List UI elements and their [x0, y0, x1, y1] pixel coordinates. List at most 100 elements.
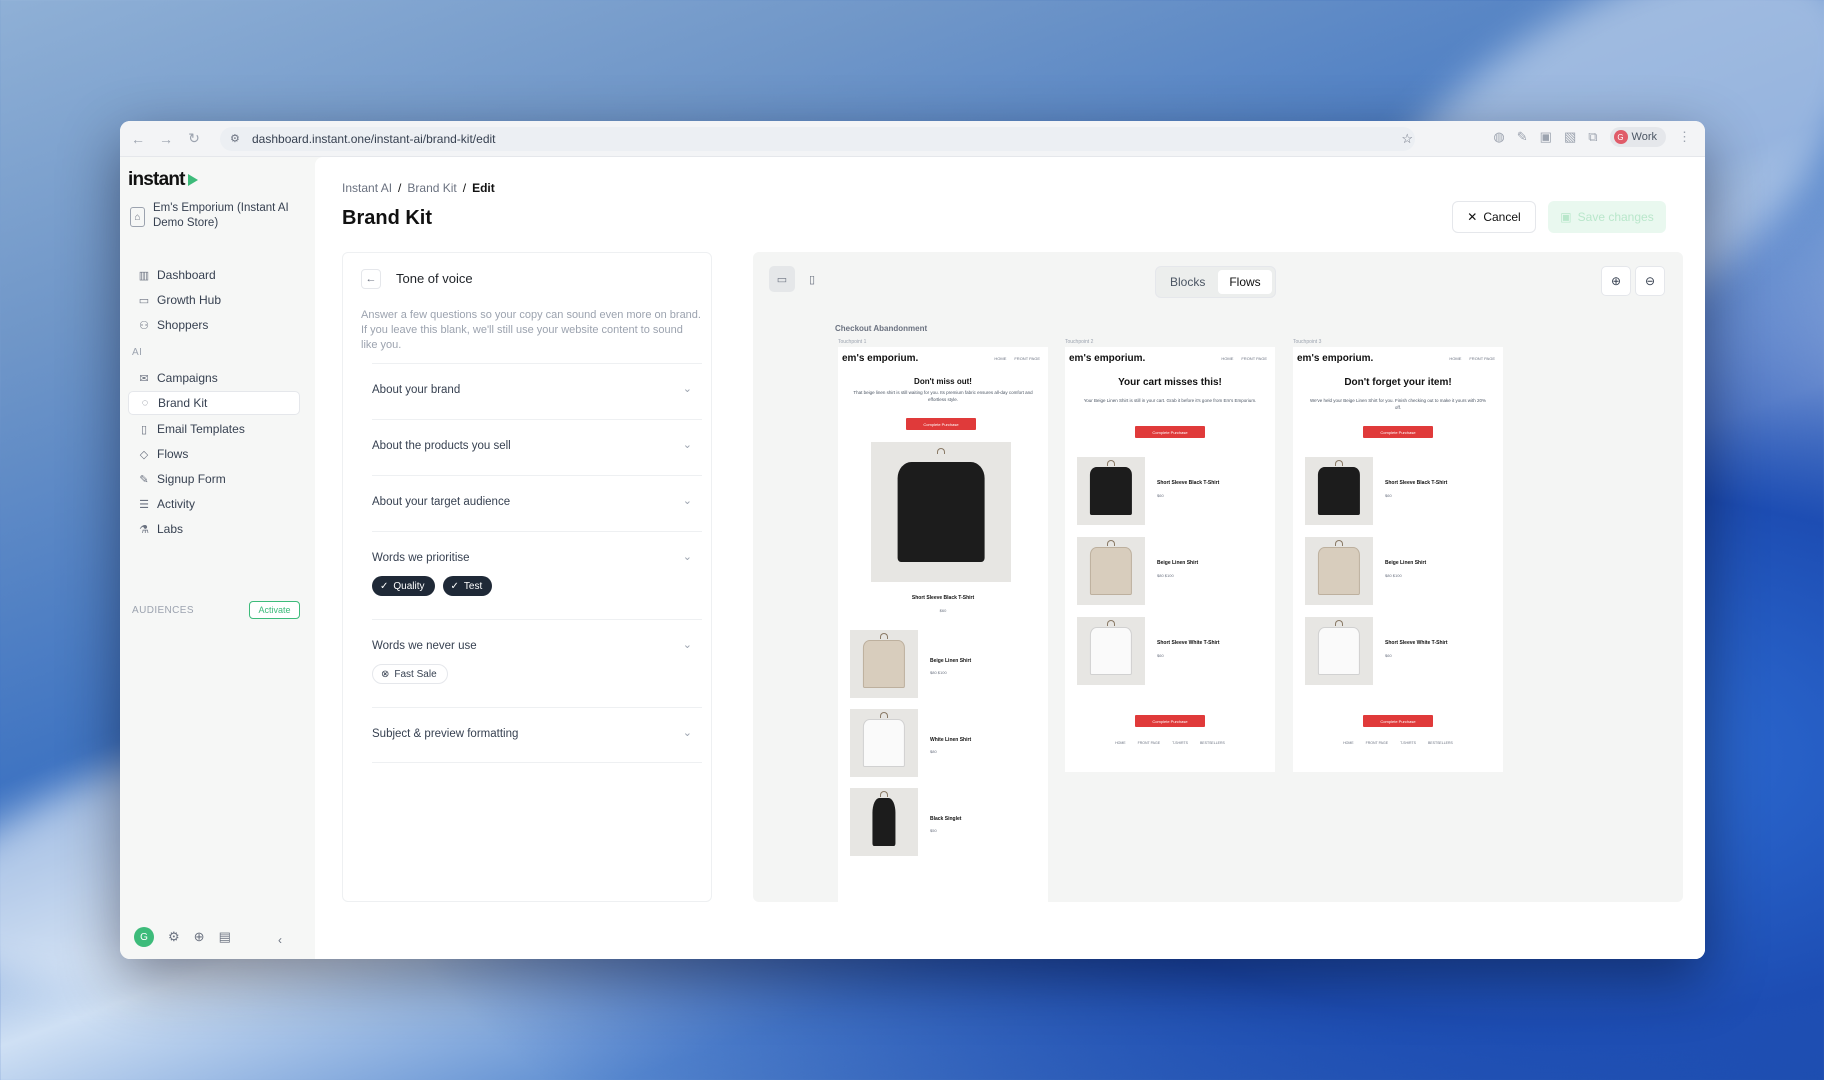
globe-icon[interactable]: ⊕ — [194, 929, 205, 945]
email-brand: em's emporium. — [1069, 353, 1146, 364]
save-icon: ▣ — [1560, 210, 1572, 224]
save-changes-button[interactable]: ▣ Save changes — [1548, 201, 1666, 233]
check-circle-icon: ✓ — [380, 580, 389, 592]
word-chip[interactable]: ✓ Test — [442, 576, 493, 596]
product-image — [850, 630, 918, 698]
sidebar-item-label: Flows — [157, 447, 189, 461]
word-chip[interactable]: ⊗ Fast Sale — [372, 664, 448, 684]
bar-chart-icon: ▥ — [138, 269, 150, 282]
breadcrumb-brand-kit[interactable]: Brand Kit — [407, 181, 456, 195]
product-name: Short Sleeve Black T-Shirt — [1157, 480, 1220, 486]
store-icon: ⌂ — [130, 207, 145, 227]
chat-icon: ▭ — [138, 294, 150, 307]
logo-text: instant — [128, 169, 185, 190]
panel-title: Tone of voice — [396, 271, 473, 286]
sidebar-item-campaigns[interactable]: ✉ Campaigns — [128, 366, 300, 390]
sidebar-item-label: Dashboard — [157, 268, 216, 282]
puzzle-icon[interactable]: ⧉ — [1588, 129, 1597, 145]
product-name: Short Sleeve Black T-Shirt — [1385, 480, 1448, 486]
address-bar[interactable]: ⚙ dashboard.instant.one/instant-ai/brand… — [220, 127, 1415, 151]
sidebar-item-email-templates[interactable]: ▯ Email Templates — [128, 417, 300, 441]
email-body: We've held your Beige Linen Shirt for yo… — [1309, 398, 1487, 410]
accordion-label: Words we never use — [372, 640, 477, 652]
sidebar-item-growth-hub[interactable]: ▭ Growth Hub — [128, 288, 300, 312]
sidebar-item-label: Campaigns — [157, 371, 218, 385]
product-image — [1077, 537, 1145, 605]
close-icon: ✕ — [1467, 210, 1478, 224]
mobile-icon[interactable]: ▯ — [799, 266, 825, 292]
tab-flows[interactable]: Flows — [1218, 270, 1272, 294]
user-avatar[interactable]: G — [134, 927, 154, 947]
back-arrow-icon[interactable]: ← — [128, 129, 148, 149]
pen-extension-icon[interactable]: ✎ — [1517, 129, 1528, 145]
settings-icon[interactable]: ⚙ — [168, 929, 180, 945]
cancel-button[interactable]: ✕ Cancel — [1452, 201, 1536, 233]
breadcrumb-instant-ai[interactable]: Instant AI — [342, 181, 392, 195]
word-chip[interactable]: ✓ Quality — [372, 576, 435, 596]
main-content: Instant AI / Brand Kit / Edit Brand Kit ✕ Can… — [315, 157, 1705, 959]
touchpoint-label: Touchpoint 2 — [1065, 339, 1094, 345]
email-nav-link: HOME — [1221, 356, 1234, 361]
sidebar-item-labs[interactable]: ⚗ Labs — [128, 517, 300, 541]
profile-button[interactable]: G Work — [1609, 127, 1666, 147]
extension-icon[interactable]: ▣ — [1540, 129, 1552, 145]
accordion-target-audience[interactable]: About your target audience ⌄ — [372, 475, 702, 531]
instant-logo[interactable]: instant — [128, 169, 198, 191]
site-info-icon[interactable]: ⚙ — [230, 132, 240, 145]
sidebar-item-signup-form[interactable]: ✎ Signup Form — [128, 467, 300, 491]
complete-purchase-button: Complete Purchase — [1363, 426, 1433, 438]
footer-link: FRONT PAGE — [1365, 741, 1389, 745]
hero-product-price: $60 — [939, 608, 947, 613]
extension-icon[interactable]: ▧ — [1564, 129, 1576, 145]
forward-arrow-icon[interactable]: → — [156, 129, 176, 149]
sidebar-item-flows[interactable]: ◇ Flows — [128, 442, 300, 466]
bookmark-star-icon[interactable]: ☆ — [1401, 131, 1413, 147]
sidebar-item-shoppers[interactable]: ⚇ Shoppers — [128, 313, 300, 337]
product-price: $60 — [1157, 653, 1164, 658]
sidebar-item-brand-kit[interactable]: ◌ Brand Kit — [128, 391, 300, 415]
extension-icon[interactable]: ◍ — [1493, 129, 1504, 145]
email-card-touchpoint-2[interactable]: em's emporium. HOME FRONT PAGE Your cart … — [1065, 347, 1275, 772]
accordion-about-products[interactable]: About the products you sell ⌄ — [372, 419, 702, 475]
product-name: Short Sleeve White T-Shirt — [1385, 640, 1448, 646]
zoom-out-icon[interactable]: ⊖ — [1635, 266, 1665, 296]
activate-audiences-button[interactable]: Activate — [249, 601, 300, 619]
accordion-words-never-use[interactable]: Words we never use ⌄ ⊗ Fast Sale — [372, 619, 702, 707]
collapse-sidebar-icon[interactable]: ‹ — [278, 933, 282, 947]
hero-product-name: Short Sleeve Black T-Shirt — [911, 595, 975, 601]
flask-icon: ⚗ — [139, 523, 149, 536]
accordion-about-brand[interactable]: About your brand ⌄ — [372, 363, 702, 419]
desktop-icon[interactable]: ▭ — [769, 266, 795, 292]
zoom-in-icon[interactable]: ⊕ — [1601, 266, 1631, 296]
zoom-controls: ⊕ ⊖ — [1601, 266, 1665, 296]
cancel-label: Cancel — [1483, 210, 1521, 224]
sidebar: instant ⌂ Em's Emporium (Instant AI Demo… — [120, 157, 313, 959]
product-name: Beige Linen Shirt — [1157, 560, 1199, 566]
email-card-touchpoint-3[interactable]: em's emporium. HOME FRONT PAGE Don't forg… — [1293, 347, 1503, 772]
sidebar-item-dashboard[interactable]: ▥ Dashboard — [128, 263, 300, 287]
chevron-down-icon: ⌄ — [682, 383, 692, 395]
footer-link: T-SHIRTS — [1172, 741, 1188, 745]
sidebar-item-activity[interactable]: ☰ Activity — [128, 492, 300, 516]
reload-icon[interactable]: ↻ — [184, 129, 204, 149]
tone-of-voice-panel: ← Tone of voice Answer a few questions s… — [342, 252, 712, 902]
email-card-touchpoint-1[interactable]: em's emporium. HOME FRONT PAGE Don't miss… — [838, 347, 1048, 902]
browser-toolbar: ← → ↻ ⚙ dashboard.instant.one/instant-ai… — [120, 121, 1705, 157]
mail-icon: ✉ — [139, 372, 149, 385]
accordion-label: About your brand — [372, 384, 461, 396]
chip-label: Test — [463, 580, 483, 592]
calendar-icon[interactable]: ▤ — [219, 929, 231, 945]
back-arrow-icon[interactable]: ← — [361, 269, 381, 289]
sidebar-item-label: Brand Kit — [158, 396, 208, 410]
product-price: $60 — [1385, 493, 1392, 498]
accordion-subject-formatting[interactable]: Subject & preview formatting ⌄ — [372, 707, 702, 763]
tab-blocks[interactable]: Blocks — [1159, 270, 1216, 294]
kebab-menu-icon[interactable]: ⋮ — [1678, 129, 1691, 145]
breadcrumb-edit: Edit — [472, 181, 495, 195]
product-name: Beige Linen Shirt — [930, 658, 972, 664]
page-title: Brand Kit — [342, 207, 432, 229]
accordion-words-prioritise[interactable]: Words we prioritise ⌄ ✓ Quality ✓ Test — [372, 531, 702, 619]
sidebar-item-label: Activity — [157, 497, 196, 511]
store-switcher[interactable]: ⌂ Em's Emporium (Instant AI Demo Store) — [130, 201, 300, 231]
chip-list: ✓ Quality ✓ Test — [372, 576, 493, 596]
